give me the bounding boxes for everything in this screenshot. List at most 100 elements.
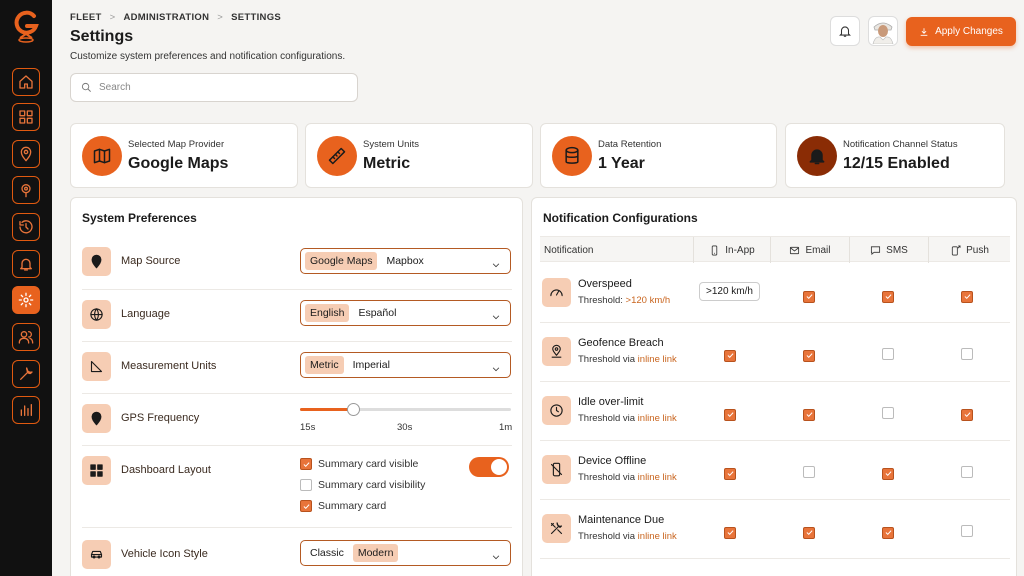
- threshold-value[interactable]: inline link: [638, 354, 677, 365]
- dashboard-option[interactable]: Summary card: [300, 500, 386, 512]
- email-checkbox[interactable]: [803, 466, 815, 478]
- map-source-option-mapbox[interactable]: Mapbox: [381, 252, 428, 270]
- breadcrumb-administration[interactable]: ADMINISTRATION: [123, 12, 209, 23]
- threshold-value[interactable]: >120 km/h: [626, 295, 671, 306]
- email-checkbox[interactable]: [803, 526, 815, 539]
- home-icon: [19, 75, 33, 89]
- notification-threshold: Threshold via inline link: [578, 354, 677, 365]
- sms-checkbox[interactable]: [882, 348, 894, 360]
- toggle-knob: [491, 459, 507, 475]
- sidebar-item-maintenance[interactable]: [12, 360, 40, 388]
- avatar[interactable]: [868, 16, 898, 46]
- sidebar-item-map[interactable]: [12, 140, 40, 168]
- breadcrumb-separator: >: [109, 12, 116, 23]
- summary-label: Data Retention: [598, 139, 662, 150]
- sidebar-item-history[interactable]: [12, 213, 40, 241]
- summary-card-map-provider: Selected Map Provider Google Maps: [70, 123, 298, 188]
- map-source-select[interactable]: Google Maps Mapbox: [300, 248, 511, 274]
- in-app-threshold-input[interactable]: >120 km/h: [699, 282, 760, 301]
- dashboard-layout-toggle[interactable]: [469, 457, 509, 477]
- slider-tick-label: 1m: [499, 422, 513, 433]
- search-icon: [81, 82, 91, 92]
- sidebar-item-reports[interactable]: [12, 396, 40, 424]
- sidebar-item-users[interactable]: [12, 323, 40, 351]
- units-select[interactable]: Metric Imperial: [300, 352, 511, 378]
- vehicle-icon-option-modern[interactable]: Modern: [352, 544, 399, 562]
- notifications-button[interactable]: [830, 16, 860, 46]
- threshold-value[interactable]: inline link: [638, 472, 677, 483]
- language-option-spanish[interactable]: Español: [353, 304, 401, 322]
- pref-label: Map Source: [121, 255, 181, 267]
- units-option-imperial[interactable]: Imperial: [348, 356, 395, 374]
- summary-value: Google Maps: [128, 155, 229, 172]
- pref-label: GPS Frequency: [121, 412, 200, 424]
- column-header-sms: SMS: [849, 237, 928, 263]
- in-app-checkbox[interactable]: [724, 467, 736, 480]
- chevron-down-icon: [491, 309, 501, 320]
- gear-icon: [18, 292, 34, 308]
- email-checkbox[interactable]: [803, 408, 815, 421]
- column-header-label: Notification: [544, 244, 594, 256]
- sidebar-item-dashboard[interactable]: [12, 103, 40, 131]
- map-source-option-google[interactable]: Google Maps: [305, 252, 378, 270]
- slider-tick-label: 30s: [397, 422, 413, 433]
- phone-icon: [712, 245, 718, 255]
- checkbox[interactable]: [300, 479, 312, 491]
- speedometer-icon: [542, 278, 571, 307]
- threshold-prefix: Threshold:: [578, 295, 623, 306]
- threshold-value[interactable]: inline link: [638, 531, 677, 542]
- in-app-checkbox[interactable]: [724, 526, 736, 539]
- sidebar-item-home[interactable]: [12, 68, 40, 96]
- column-header-notification: Notification: [540, 237, 693, 263]
- push-checkbox[interactable]: [961, 466, 973, 478]
- pref-row-gps-frequency: GPS Frequency 15s 30s 1m: [82, 393, 512, 445]
- table-row: Maintenance Due Threshold via inline lin…: [540, 500, 1010, 559]
- pref-row-language: Language English Español: [82, 289, 512, 341]
- mail-icon: [790, 246, 800, 254]
- sms-checkbox[interactable]: [882, 407, 894, 419]
- push-checkbox[interactable]: [961, 525, 973, 537]
- column-header-label: Push: [966, 244, 989, 256]
- checkbox[interactable]: [300, 500, 312, 512]
- sidebar-item-settings[interactable]: [12, 286, 40, 314]
- search-box[interactable]: [70, 73, 358, 102]
- pref-row-map-source: Map Source Google Maps Mapbox: [82, 238, 512, 289]
- push-checkbox[interactable]: [961, 348, 973, 360]
- grid-icon: [19, 110, 33, 124]
- dashboard-option[interactable]: Summary card visibility: [300, 479, 425, 491]
- push-checkbox[interactable]: [961, 290, 973, 303]
- threshold-value[interactable]: inline link: [638, 413, 677, 424]
- language-select[interactable]: English Español: [300, 300, 511, 326]
- column-header-label: Email: [805, 244, 831, 256]
- pref-row-measurement-units: Measurement Units Metric Imperial: [82, 341, 512, 393]
- push-checkbox[interactable]: [961, 408, 973, 421]
- sidebar-item-alerts[interactable]: [12, 250, 40, 278]
- in-app-checkbox[interactable]: [724, 349, 736, 362]
- email-checkbox[interactable]: [803, 290, 815, 303]
- app-logo-icon[interactable]: [12, 8, 40, 44]
- checkbox-label: Summary card visible: [318, 458, 419, 470]
- vehicle-icon-option-classic[interactable]: Classic: [305, 544, 349, 562]
- sms-checkbox[interactable]: [882, 290, 894, 303]
- email-checkbox[interactable]: [803, 349, 815, 362]
- checkbox[interactable]: [300, 458, 312, 470]
- ruler-icon: [317, 136, 357, 176]
- search-input[interactable]: [99, 82, 339, 93]
- sms-checkbox[interactable]: [882, 467, 894, 480]
- in-app-checkbox[interactable]: [724, 408, 736, 421]
- language-option-english[interactable]: English: [305, 304, 350, 322]
- vehicle-icon-select[interactable]: Classic Modern: [300, 540, 511, 566]
- globe-icon: [82, 300, 111, 329]
- gps-frequency-slider[interactable]: [300, 403, 511, 416]
- table-row: Overspeed Threshold: >120 km/h >120 km/h: [540, 264, 1010, 323]
- sms-checkbox[interactable]: [882, 526, 894, 539]
- units-option-metric[interactable]: Metric: [305, 356, 344, 374]
- sidebar-item-geofence[interactable]: [12, 176, 40, 204]
- slider-thumb[interactable]: [346, 403, 360, 416]
- pref-label: Language: [121, 308, 170, 320]
- breadcrumb-fleet[interactable]: FLEET: [70, 12, 102, 23]
- breadcrumb: FLEET > ADMINISTRATION > SETTINGS: [70, 12, 281, 23]
- apply-changes-button[interactable]: Apply Changes: [906, 17, 1016, 46]
- location-pin-icon: [82, 404, 111, 433]
- dashboard-option[interactable]: Summary card visible: [300, 458, 418, 470]
